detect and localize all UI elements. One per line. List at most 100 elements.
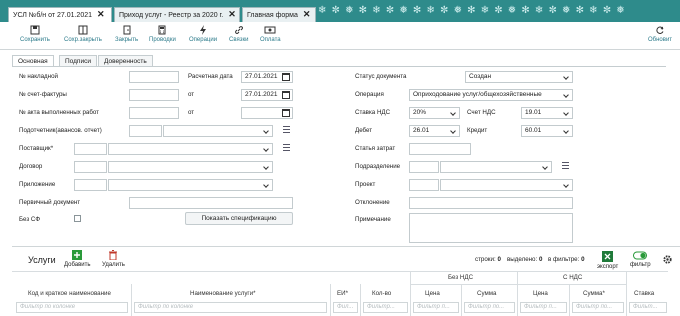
- filter-sum-vat[interactable]: Фильтр по...: [572, 302, 624, 313]
- list-icon[interactable]: [281, 126, 290, 135]
- contract-code-input[interactable]: [74, 161, 107, 173]
- col-divider: [131, 284, 132, 316]
- refresh-button[interactable]: Обновит: [648, 25, 672, 43]
- show-spec-button[interactable]: Показать спецификацию: [185, 212, 293, 225]
- refresh-icon: [656, 26, 664, 34]
- debit-select[interactable]: 26.01: [409, 125, 460, 137]
- project-code-input[interactable]: [409, 179, 439, 191]
- calendar-icon[interactable]: [282, 91, 290, 99]
- operations-button[interactable]: Операции: [189, 25, 217, 43]
- settle-date-input[interactable]: 27.01.2021: [241, 71, 293, 83]
- postings-button[interactable]: Проводки: [149, 25, 176, 43]
- col-sum-vat[interactable]: Сумма*: [583, 290, 605, 297]
- act-no-input[interactable]: [129, 107, 179, 119]
- filter-sum[interactable]: Фильтр по...: [464, 302, 515, 313]
- calendar-icon[interactable]: [282, 73, 290, 81]
- doc-status-label: Статус документа: [355, 73, 407, 80]
- no-sf-checkbox[interactable]: [74, 215, 81, 222]
- col-price-vat[interactable]: Цена: [533, 290, 548, 297]
- save-close-button[interactable]: Сохр.закрыть: [64, 25, 102, 43]
- vat-invoice-no-input[interactable]: [129, 89, 179, 101]
- appendix-label: Приложение: [19, 181, 56, 188]
- filter-qty[interactable]: Фильтр...: [363, 302, 408, 313]
- contractor-select[interactable]: [163, 125, 273, 137]
- trash-icon: [109, 250, 118, 260]
- filter-counter: в фильтре: 0: [548, 256, 585, 263]
- filter-toggle[interactable]: фильтр: [630, 251, 651, 268]
- close-button[interactable]: Закрыть: [115, 25, 138, 43]
- col-unit[interactable]: ЕИ*: [337, 290, 348, 297]
- division-code-input[interactable]: [409, 161, 439, 173]
- window-tab-label: Приход услуг - Реестр за 2020 г.: [119, 12, 224, 19]
- vat-rate-select[interactable]: 20%: [409, 107, 460, 119]
- deviation-input[interactable]: [409, 197, 573, 209]
- window-tab-usl[interactable]: УСЛ №б/н от 27.01.2021 ✕: [8, 7, 112, 22]
- filter-price-vat[interactable]: Фильтр п...: [520, 302, 567, 313]
- excel-icon: [602, 251, 614, 262]
- supplier-select[interactable]: [108, 143, 273, 155]
- close-icon[interactable]: ✕: [303, 9, 311, 19]
- debit-label: Дебет: [355, 127, 373, 134]
- save-button[interactable]: Сохранить: [20, 25, 50, 43]
- gear-icon[interactable]: [662, 254, 673, 265]
- invoice-no-input[interactable]: [129, 71, 179, 83]
- credit-label: Кредит: [467, 127, 488, 134]
- appendix-select[interactable]: [108, 179, 273, 191]
- credit-select[interactable]: 60.01: [521, 125, 573, 137]
- window-tab-main-form[interactable]: Главная форма ✕: [242, 7, 316, 22]
- col-sum[interactable]: Сумма: [477, 290, 496, 297]
- project-select[interactable]: [440, 179, 573, 191]
- save-close-icon: [78, 25, 88, 35]
- rows-counter: строки: 0: [475, 256, 501, 263]
- filter-unit[interactable]: Фил...: [333, 302, 358, 313]
- save-icon: [30, 25, 40, 35]
- export-button[interactable]: экспорт: [597, 251, 618, 270]
- selected-counter: выделено: 0: [507, 256, 543, 263]
- appendix-code-input[interactable]: [74, 179, 107, 191]
- col-service-name[interactable]: Наименование услуги*: [190, 290, 256, 297]
- payment-button[interactable]: Оплата: [260, 25, 281, 43]
- group-vat: С НДС: [563, 274, 583, 281]
- filter-rate[interactable]: Фильт...: [629, 302, 667, 313]
- list-icon[interactable]: [281, 144, 290, 153]
- deviation-label: Отклонение: [355, 199, 390, 206]
- delete-service-button[interactable]: Удалить: [102, 250, 125, 268]
- contract-select[interactable]: [108, 161, 273, 173]
- division-label: Подразделение: [355, 163, 401, 170]
- operation-label: Операция: [355, 91, 384, 98]
- close-icon[interactable]: ✕: [228, 9, 236, 19]
- cost-item-input[interactable]: [409, 143, 471, 155]
- col-divider: [360, 284, 361, 316]
- group-no-vat: Без НДС: [448, 274, 474, 281]
- operation-select[interactable]: Оприходование услуг/общехозяйственные: [409, 89, 573, 101]
- col-price[interactable]: Цена: [425, 290, 440, 297]
- act-date-label: от: [188, 109, 195, 116]
- contractor-code-input[interactable]: [129, 125, 162, 137]
- vat-invoice-date-label: от: [188, 91, 195, 98]
- vat-account-label: Счет НДС: [467, 109, 496, 116]
- division-select[interactable]: [440, 161, 552, 173]
- tab-divider: [12, 66, 666, 67]
- primary-doc-input[interactable]: [129, 197, 293, 209]
- note-textarea[interactable]: [409, 213, 573, 243]
- window-tab-registry[interactable]: Приход услуг - Реестр за 2020 г. ✕: [114, 7, 240, 22]
- filter-code[interactable]: Фильтр по колонке: [16, 302, 128, 313]
- filter-price[interactable]: Фильтр п...: [413, 302, 459, 313]
- col-qty[interactable]: Кол-во: [372, 290, 391, 297]
- close-icon[interactable]: ✕: [97, 9, 105, 19]
- settle-date-label: Расчетная дата: [188, 73, 233, 80]
- invoice-no-label: № накладной: [19, 73, 58, 80]
- add-service-button[interactable]: Добавить: [64, 250, 91, 268]
- act-date-input[interactable]: [241, 107, 293, 119]
- col-rate[interactable]: Ставка: [634, 290, 654, 297]
- group-rule: [410, 284, 626, 285]
- calendar-icon[interactable]: [282, 109, 290, 117]
- doc-status-select[interactable]: Создан: [465, 71, 573, 83]
- col-code[interactable]: Код и краткое наименование: [28, 290, 111, 297]
- vat-account-select[interactable]: 19.01: [521, 107, 573, 119]
- links-button[interactable]: Связки: [229, 25, 248, 43]
- supplier-code-input[interactable]: [74, 143, 107, 155]
- filter-service-name[interactable]: Фильтр по колонке: [134, 302, 327, 313]
- vat-invoice-date-input[interactable]: 27.01.2021: [241, 89, 293, 101]
- list-icon[interactable]: [560, 162, 569, 171]
